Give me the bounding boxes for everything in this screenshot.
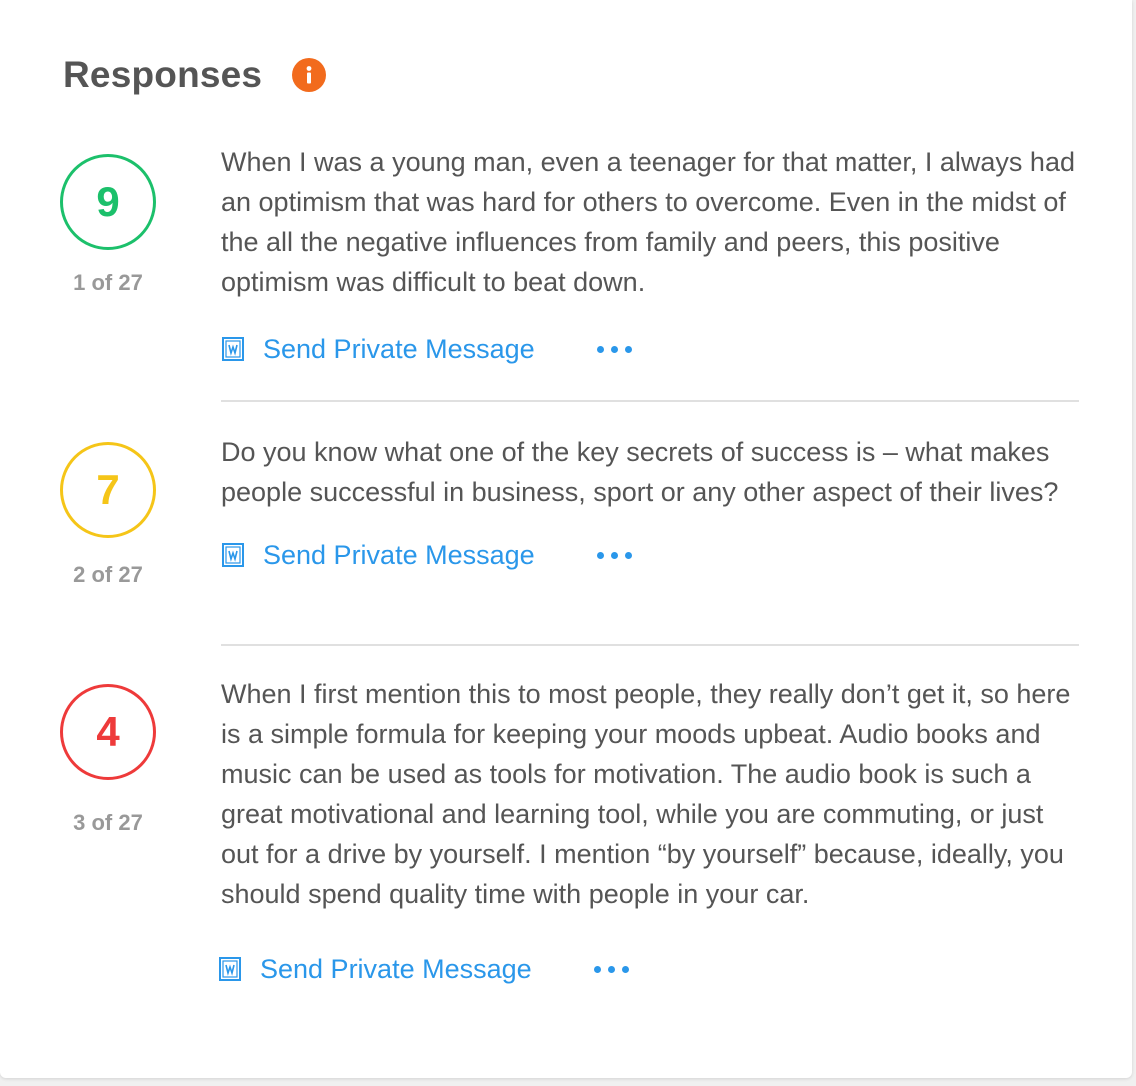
- send-private-message-button[interactable]: Send Private Message: [221, 334, 535, 365]
- score-column: 9 1 of 27: [58, 154, 158, 296]
- page-title: Responses: [63, 54, 263, 95]
- more-options-icon[interactable]: [593, 965, 629, 973]
- info-icon[interactable]: [292, 58, 327, 92]
- message-icon: [219, 957, 241, 981]
- response-text: When I was a young man, even a teenager …: [221, 147, 1075, 297]
- response-body: Do you know what one of the key secrets …: [221, 432, 1081, 575]
- send-private-message-label: Send Private Message: [263, 333, 535, 364]
- responses-header: Responses: [63, 50, 327, 100]
- send-private-message-label: Send Private Message: [260, 953, 532, 984]
- more-options-icon[interactable]: [596, 551, 632, 559]
- send-private-message-button[interactable]: Send Private Message: [218, 954, 532, 985]
- response-actions: Send Private Message: [218, 949, 1081, 989]
- response-actions: Send Private Message: [221, 329, 1081, 369]
- divider: [221, 644, 1079, 646]
- score-rank: 3 of 27: [73, 810, 143, 835]
- score-column: 7 2 of 27: [58, 442, 158, 588]
- more-options-icon[interactable]: [596, 345, 632, 353]
- response-text: When I first mention this to most people…: [221, 679, 1071, 909]
- response-body: When I was a young man, even a teenager …: [221, 142, 1081, 369]
- score-rank: 2 of 27: [73, 562, 143, 587]
- score-rank: 1 of 27: [73, 270, 143, 295]
- send-private-message-button[interactable]: Send Private Message: [221, 540, 535, 571]
- response-actions: Send Private Message: [221, 535, 1081, 575]
- score-badge: 7: [60, 442, 156, 538]
- score-badge: 9: [60, 154, 156, 250]
- score-column: 4 3 of 27: [58, 684, 158, 836]
- send-private-message-label: Send Private Message: [263, 539, 535, 570]
- message-icon: [222, 543, 244, 567]
- score-badge: 4: [60, 684, 156, 780]
- divider: [221, 400, 1079, 402]
- response-body: When I first mention this to most people…: [218, 674, 1081, 989]
- message-icon: [222, 337, 244, 361]
- response-text: Do you know what one of the key secrets …: [221, 437, 1059, 507]
- responses-card: Responses 9 1 of 27 When I was a young m…: [0, 0, 1132, 1078]
